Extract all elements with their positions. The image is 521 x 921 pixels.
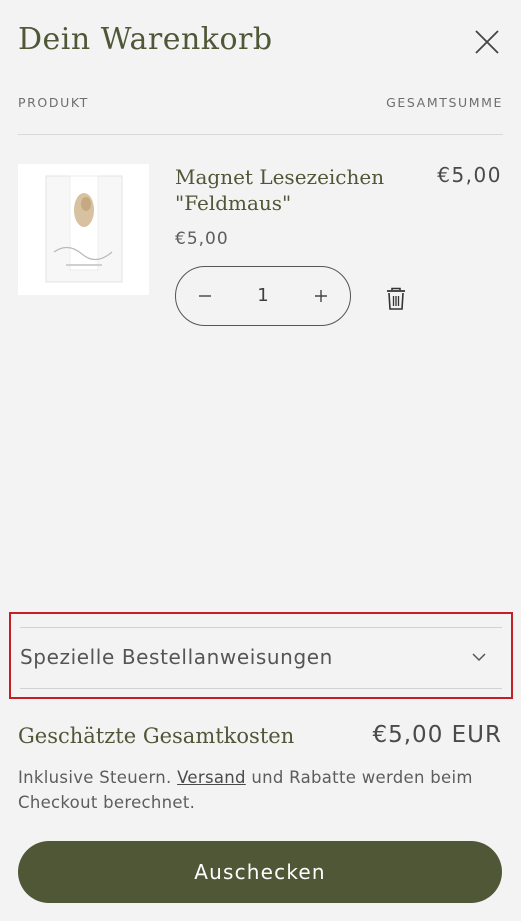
tax-note: Inklusive Steuern. Versand und Rabatte w… <box>18 765 488 815</box>
order-instructions-toggle[interactable]: Spezielle Bestellanweisungen <box>20 627 502 689</box>
close-button[interactable] <box>473 28 501 56</box>
checkout-button[interactable]: Auschecken <box>18 841 502 903</box>
cart-header: Dein Warenkorb <box>18 18 503 68</box>
decrease-quantity-button[interactable] <box>176 267 234 325</box>
plus-icon <box>315 290 327 302</box>
estimated-total-label: Geschätzte Gesamtkosten <box>18 724 295 748</box>
column-product: PRODUKT <box>18 95 89 110</box>
product-price: €5,00 <box>175 229 229 249</box>
chevron-down-icon <box>472 653 486 662</box>
bookmark-thumbnail-icon <box>45 175 122 282</box>
cart-title: Dein Warenkorb <box>18 22 273 57</box>
product-name[interactable]: Magnet Lesezeichen "Feldmaus" <box>175 164 395 216</box>
remove-item-button[interactable] <box>385 287 407 311</box>
minus-icon <box>199 295 211 297</box>
header-divider <box>18 134 503 135</box>
column-total: GESAMTSUMME <box>386 95 503 110</box>
order-instructions-label: Spezielle Bestellanweisungen <box>20 645 333 669</box>
trash-icon <box>387 287 405 310</box>
tax-note-prefix: Inklusive Steuern. <box>18 768 178 787</box>
shipping-link[interactable]: Versand <box>177 768 246 787</box>
cart-table-header: PRODUKT GESAMTSUMME <box>18 95 503 110</box>
increase-quantity-button[interactable] <box>292 267 350 325</box>
quantity-input[interactable]: 1 <box>234 267 292 325</box>
close-icon <box>475 30 499 54</box>
product-line-total: €5,00 <box>437 163 502 187</box>
quantity-stepper: 1 <box>175 266 351 326</box>
estimated-total-value: €5,00 EUR <box>372 722 502 748</box>
order-instructions-section: Spezielle Bestellanweisungen <box>9 612 513 699</box>
product-image[interactable] <box>18 164 149 295</box>
